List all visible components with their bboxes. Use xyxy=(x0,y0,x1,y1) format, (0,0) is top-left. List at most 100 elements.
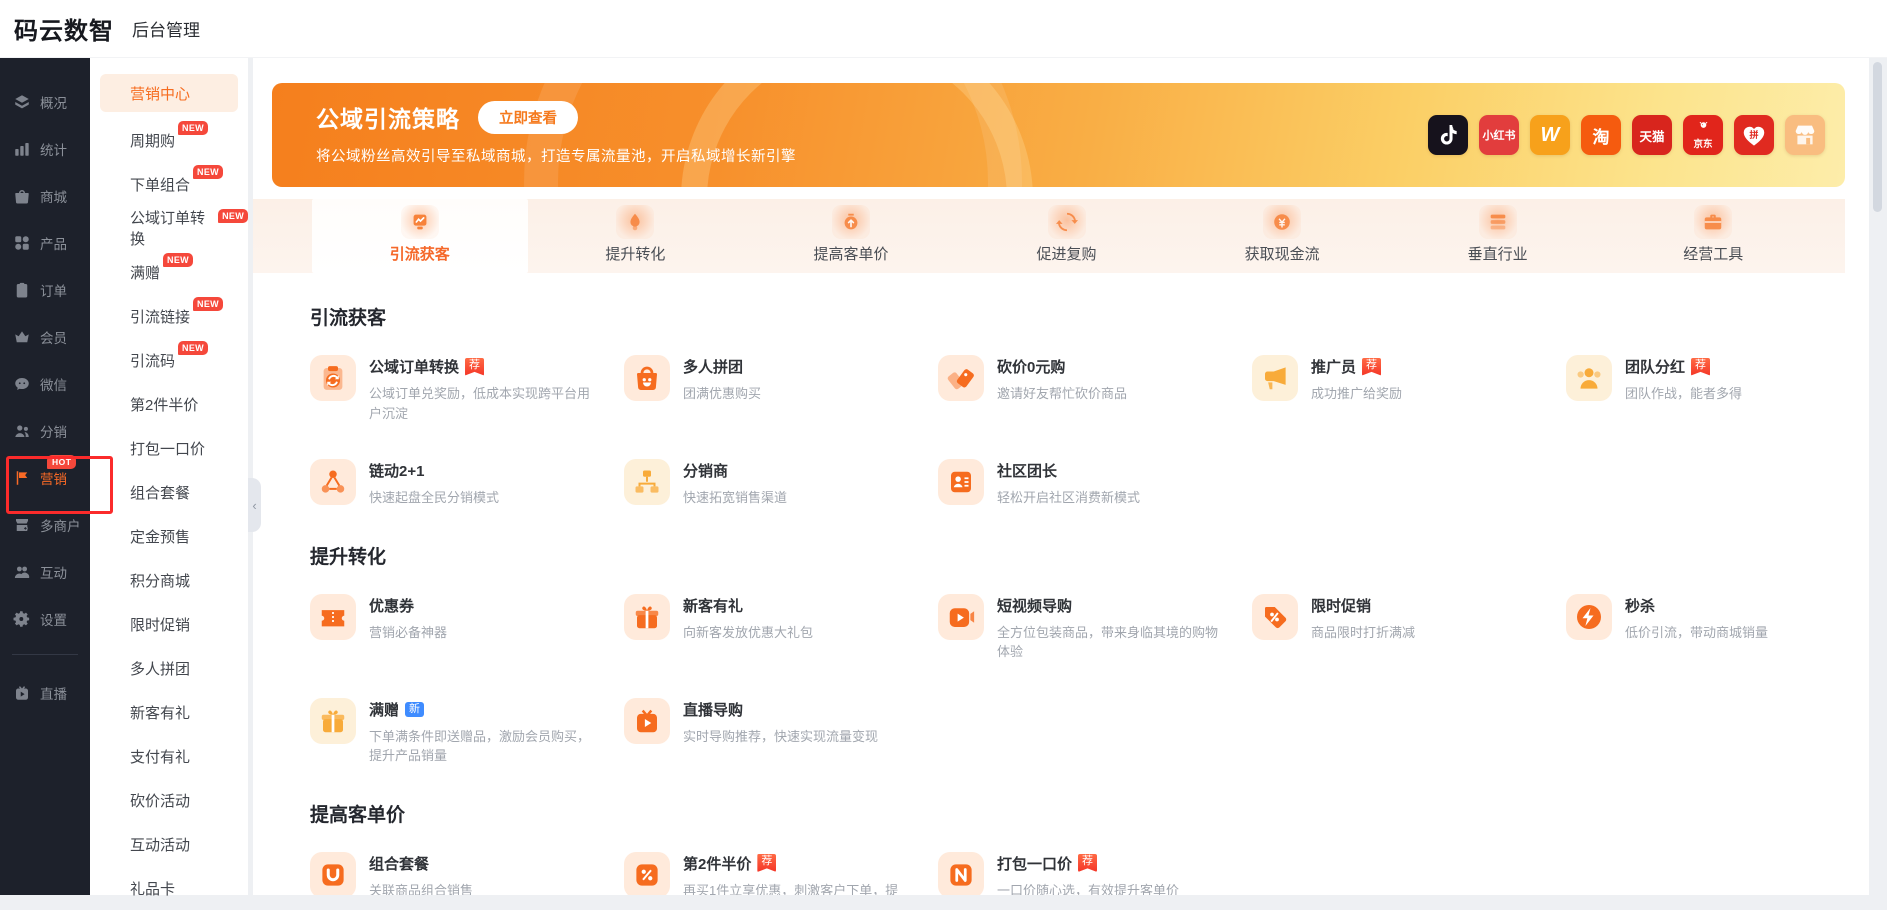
tab-vertical[interactable]: 垂直行业 xyxy=(1390,199,1606,273)
card-desc: 成功推广给奖励 xyxy=(1311,384,1402,404)
menu-item[interactable]: 新客有礼 xyxy=(90,690,248,734)
feature-card[interactable]: 砍价0元购邀请好友帮忙砍价商品 xyxy=(938,355,1238,423)
tab-convert[interactable]: 提升转化 xyxy=(528,199,744,273)
tmall-logo-icon: 天猫 xyxy=(1632,115,1672,155)
card-body: 多人拼团团满优惠购买 xyxy=(683,355,761,423)
menu-item[interactable]: 营销中心 xyxy=(100,74,238,112)
feature-card[interactable]: 短视频导购全方位包装商品，带来身临其境的购物体验 xyxy=(938,594,1238,662)
menu-item[interactable]: 打包一口价 xyxy=(90,426,248,470)
menu-item[interactable]: 引流链接NEW xyxy=(90,294,248,338)
sidebar-item-gear[interactable]: 设置 xyxy=(0,595,90,642)
feature-card[interactable]: 多人拼团团满优惠购买 xyxy=(624,355,924,423)
card-body: 公域订单转换荐公域订单兑奖励，低成本实现跨平台用户沉淀 xyxy=(369,355,597,423)
tab-cashflow[interactable]: 获取现金流 xyxy=(1174,199,1390,273)
feature-card[interactable]: 限时促销商品限时打折满减 xyxy=(1252,594,1552,662)
mall-icon xyxy=(13,187,31,205)
sidebar-item-order[interactable]: 订单 xyxy=(0,266,90,313)
sidebar-item-store[interactable]: 多商户 xyxy=(0,501,90,548)
card-title-row: 满赠新 xyxy=(369,699,597,720)
feature-card[interactable]: 优惠券营销必备神器 xyxy=(310,594,610,662)
combo-u-icon xyxy=(310,852,356,896)
tab-tools[interactable]: 经营工具 xyxy=(1605,199,1821,273)
sidebar-item-share[interactable]: 分销 xyxy=(0,407,90,454)
menu-item[interactable]: 礼品卡 xyxy=(90,866,248,910)
sidebar-item-flag[interactable]: 营销HOT xyxy=(0,454,90,501)
menu-item[interactable]: 满赠NEW xyxy=(90,250,248,294)
menu-collapse-handle[interactable]: ‹ xyxy=(248,478,261,532)
menu-item[interactable]: 公域订单转换NEW xyxy=(90,206,248,250)
feature-card[interactable]: 团队分红荐团队作战，能者多得 xyxy=(1566,355,1866,423)
jd-logo-icon: 京东 xyxy=(1683,115,1723,155)
menu-item-label: 定金预售 xyxy=(130,526,190,547)
sidebar-item-member[interactable]: 会员 xyxy=(0,313,90,360)
scrollbar-thumb[interactable] xyxy=(1873,62,1882,212)
convert-icon xyxy=(616,205,654,239)
taobao-logo-icon: 淘 xyxy=(1581,115,1621,155)
scrollbar-track[interactable] xyxy=(1869,58,1887,895)
view-now-button[interactable]: 立即查看 xyxy=(478,101,578,134)
menu-item[interactable]: 第2件半价 xyxy=(90,382,248,426)
sidebar-item-overview[interactable]: 概况 xyxy=(0,78,90,125)
card-body: 组合套餐关联商品组合销售 xyxy=(369,852,473,896)
card-body: 团队分红荐团队作战，能者多得 xyxy=(1625,355,1742,423)
menu-item[interactable]: 引流码NEW xyxy=(90,338,248,382)
main-content: 公域引流策略 立即查看 将公域粉丝高效引导至私域商城，打造专属流量池，开启私域增… xyxy=(253,58,1869,895)
feature-card[interactable]: 分销商快速拓宽销售渠道 xyxy=(624,459,924,508)
feature-card[interactable]: 新客有礼向新客发放优惠大礼包 xyxy=(624,594,924,662)
card-desc: 公域订单兑奖励，低成本实现跨平台用户沉淀 xyxy=(369,384,597,423)
feature-card[interactable]: 直播导购实时导购推荐，快速实现流量变现 xyxy=(624,698,924,766)
sidebar-item-mall[interactable]: 商城 xyxy=(0,172,90,219)
tab-label: 获取现金流 xyxy=(1245,243,1320,264)
tab-repurchase[interactable]: 促进复购 xyxy=(959,199,1175,273)
sidebar-item-label: 会员 xyxy=(40,327,67,347)
tab-price[interactable]: 提高客单价 xyxy=(743,199,959,273)
card-title: 社区团长 xyxy=(997,460,1057,481)
card-body: 短视频导购全方位包装商品，带来身临其境的购物体验 xyxy=(997,594,1225,662)
traffic-icon xyxy=(401,205,439,239)
card-title-row: 新客有礼 xyxy=(683,595,813,616)
sidebar-item-product[interactable]: 产品 xyxy=(0,219,90,266)
card-desc: 全方位包装商品，带来身临其境的购物体验 xyxy=(997,623,1225,662)
feature-card[interactable]: 公域订单转换荐公域订单兑奖励，低成本实现跨平台用户沉淀 xyxy=(310,355,610,423)
card-body: 限时促销商品限时打折满减 xyxy=(1311,594,1415,662)
menu-item-label: 新客有礼 xyxy=(130,702,190,723)
menu-item[interactable]: 限时促销 xyxy=(90,602,248,646)
feature-card[interactable]: 秒杀低价引流，带动商城销量 xyxy=(1566,594,1866,662)
menu-item-label: 引流链接 xyxy=(130,306,190,327)
sidebar-item-label: 互动 xyxy=(40,562,67,582)
feature-card[interactable]: 打包一口价荐一口价随心选，有效提升客单价 xyxy=(938,852,1238,896)
sidebar-item-interact[interactable]: 互动 xyxy=(0,548,90,595)
card-body: 砍价0元购邀请好友帮忙砍价商品 xyxy=(997,355,1127,423)
sidebar-item-label: 直播 xyxy=(40,683,67,703)
menu-item[interactable]: 定金预售 xyxy=(90,514,248,558)
menu-item[interactable]: 组合套餐 xyxy=(90,470,248,514)
card-title: 多人拼团 xyxy=(683,356,743,377)
feature-card[interactable]: 组合套餐关联商品组合销售 xyxy=(310,852,610,896)
app-logo: 码云数智 xyxy=(14,11,114,46)
bolt-icon xyxy=(1566,594,1612,640)
feature-card[interactable]: 推广员荐成功推广给奖励 xyxy=(1252,355,1552,423)
card-desc: 快速拓宽销售渠道 xyxy=(683,488,787,508)
sidebar-item-wechat[interactable]: 微信 xyxy=(0,360,90,407)
new-badge: NEW xyxy=(178,341,208,355)
sidebar-item-live[interactable]: 直播 xyxy=(0,669,90,716)
feature-card[interactable]: 第2件半价荐再买1件立享优惠，刺激客户下单，提升商品销量 xyxy=(624,852,924,896)
sidebar-item-label: 营销 xyxy=(40,468,67,488)
flag-icon xyxy=(13,469,31,487)
menu-item[interactable]: 积分商城 xyxy=(90,558,248,602)
menu-item[interactable]: 下单组合NEW xyxy=(90,162,248,206)
menu-item[interactable]: 砍价活动 xyxy=(90,778,248,822)
menu-item[interactable]: 周期购NEW xyxy=(90,118,248,162)
tab-label: 促进复购 xyxy=(1037,243,1097,264)
menu-item[interactable]: 多人拼团 xyxy=(90,646,248,690)
share-icon xyxy=(13,422,31,440)
menu-item[interactable]: 支付有礼 xyxy=(90,734,248,778)
tab-traffic[interactable]: 引流获客 xyxy=(312,199,528,273)
card-title-row: 社区团长 xyxy=(997,460,1140,481)
feature-card[interactable]: 满赠新下单满条件即送赠品，激励会员购买，提升产品销量 xyxy=(310,698,610,766)
sidebar-item-stats[interactable]: 统计 xyxy=(0,125,90,172)
card-body: 新客有礼向新客发放优惠大礼包 xyxy=(683,594,813,662)
menu-item[interactable]: 互动活动 xyxy=(90,822,248,866)
feature-card[interactable]: 链动2+1快速起盘全民分销模式 xyxy=(310,459,610,508)
feature-card[interactable]: 社区团长轻松开启社区消费新模式 xyxy=(938,459,1238,508)
